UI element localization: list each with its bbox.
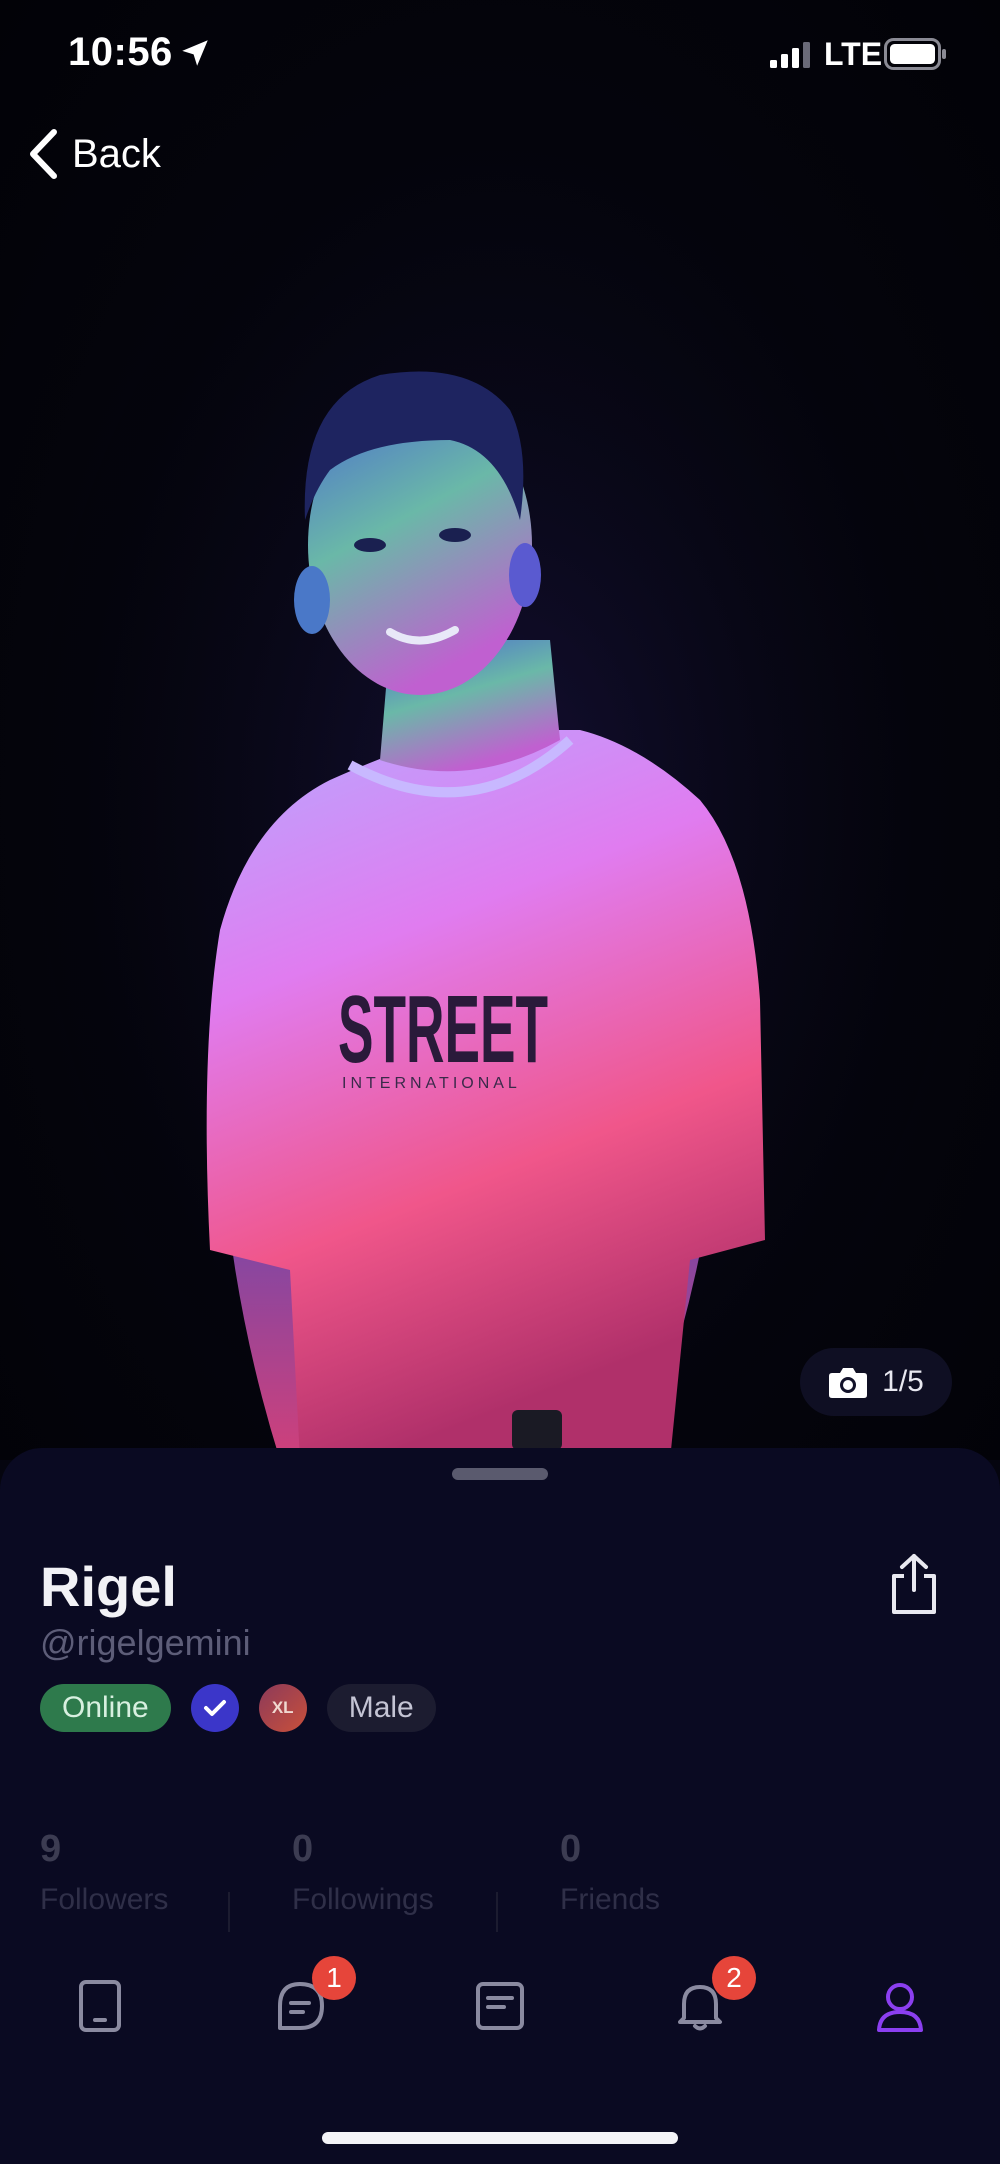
camera-icon [829,1368,868,1398]
tablet-icon [79,1980,121,2032]
profile-icon [877,1983,923,2032]
sheet-grabber[interactable] [452,1468,548,1480]
stat-followings[interactable]: 0 Followings [292,1828,434,1917]
gender-badge: Male [326,1684,436,1732]
stat-value: 0 [292,1828,314,1870]
stat-followers[interactable]: 9 Followers [40,1828,168,1917]
person-illustration: STREET INTERNATIONAL [0,0,1000,1460]
tab-profile[interactable] [870,1976,930,2036]
profile-badges: Online XL Male [40,1684,436,1732]
home-indicator[interactable] [322,2132,678,2144]
stat-value: 9 [40,1828,62,1870]
verified-badge [190,1684,239,1732]
status-bar: 10:56 LTE [0,0,1000,110]
share-icon[interactable] [886,1552,942,1616]
online-badge: Online [40,1684,171,1732]
profile-stats: 9 Followers 0 Followings 0 Friends [0,1828,1000,1938]
network-label: LTE [824,36,883,72]
back-button[interactable]: Back [26,124,161,184]
battery-icon [884,38,946,70]
stat-divider [228,1892,230,1932]
profile-name: Rigel [40,1555,177,1618]
tab-posts[interactable] [470,1976,530,2036]
stat-label: Friends [560,1883,661,1916]
chevron-left-icon [30,129,57,179]
signal-icon [770,42,810,68]
stat-value: 0 [560,1828,582,1870]
shirt-subtext: INTERNATIONAL [342,1075,521,1092]
photo-counter[interactable]: 1/5 [800,1348,952,1416]
back-label: Back [72,131,161,176]
shirt-text: STREET [338,976,548,1083]
tab-feed[interactable] [70,1976,130,2036]
stat-label: Followings [292,1883,434,1916]
tab-notifications[interactable]: 2 [670,1956,756,2036]
stat-label: Followers [40,1883,169,1916]
size-badge: XL [258,1684,307,1732]
location-arrow-icon [182,40,208,66]
checkmark-icon [203,1700,226,1716]
document-icon [476,1982,524,2030]
tab-messages[interactable]: 1 [270,1956,356,2036]
profile-handle: @rigelgemini [40,1622,251,1663]
stat-friends[interactable]: 0 Friends [560,1828,660,1917]
tab-bar: 1 2 [0,1950,1000,2070]
status-time: 10:56 [68,30,173,74]
photo-counter-text: 1/5 [882,1365,924,1398]
messages-badge: 1 [312,1956,356,2000]
profile-photo[interactable]: STREET INTERNATIONAL [0,0,1000,1460]
stat-divider [496,1892,498,1932]
notifications-badge: 2 [712,1956,756,2000]
